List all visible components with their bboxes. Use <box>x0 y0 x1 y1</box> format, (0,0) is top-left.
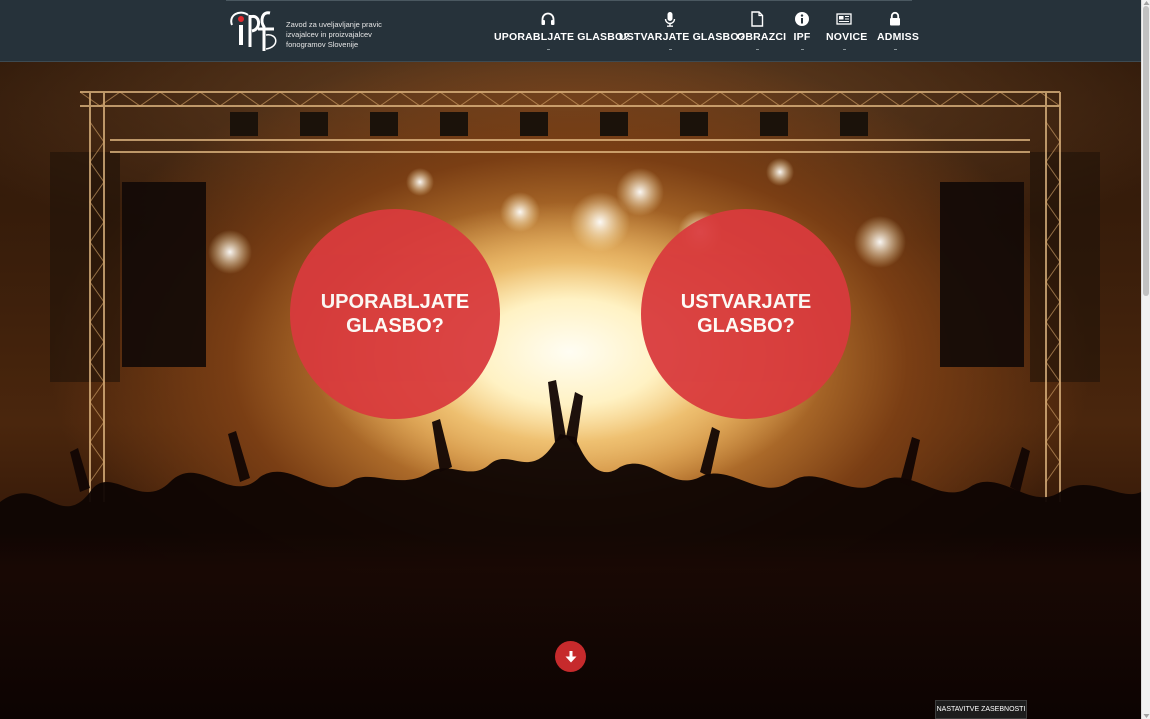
tagline-line-2: izvajalcev in proizvajalcev <box>286 30 372 39</box>
circle-line-1: UPORABLJATE <box>320 291 470 313</box>
privacy-settings-label: NASTAVITVE ZASEBNOSTI <box>936 706 1026 713</box>
nav-item-ustvarjate-glasbo[interactable]: USTVARJATE GLASBO? <box>619 8 745 58</box>
header-top-line <box>226 0 912 1</box>
nav-label: UPORABLJATE GLASBO? <box>494 31 631 43</box>
tagline-line-1: Zavod za uveljavljanje pravic <box>286 20 382 29</box>
privacy-settings-button[interactable]: NASTAVITVE ZASEBNOSTI <box>935 700 1027 719</box>
nav-item-novice[interactable]: NOVICE <box>826 8 867 58</box>
newspaper-icon <box>836 13 852 25</box>
circle-line-2: GLASBO? <box>346 315 444 337</box>
site-tagline: Zavod za uveljavljanje pravic izvajalcev… <box>286 20 396 50</box>
info-icon <box>795 12 809 26</box>
nav-item-obrazci[interactable]: OBRAZCI <box>737 8 786 58</box>
nav-label: IPF <box>793 31 811 43</box>
circle-line-2: GLASBO? <box>697 315 795 337</box>
vertical-scrollbar[interactable] <box>1141 0 1150 719</box>
hero-banner: UPORABLJATE GLASBO? USTVARJATE GLASBO? <box>0 62 1141 719</box>
nav-label: NOVICE <box>826 31 868 43</box>
ustvarjate-glasbo-button[interactable]: USTVARJATE GLASBO? <box>641 209 851 419</box>
nav-indicator <box>755 49 759 50</box>
uporabljate-glasbo-button[interactable]: UPORABLJATE GLASBO? <box>290 209 500 419</box>
tagline-line-3: fonogramov Slovenije <box>286 40 359 49</box>
nav-item-admiss[interactable]: ADMISS <box>877 8 919 58</box>
concert-background-image <box>0 91 1141 719</box>
nav-indicator <box>842 49 846 50</box>
nav-item-ipf[interactable]: IPF <box>792 8 812 58</box>
circle-line-1: USTVARJATE <box>680 291 812 313</box>
scroll-down-arrow-icon[interactable] <box>1143 713 1150 719</box>
nav-label: OBRAZCI <box>737 31 787 43</box>
nav-indicator <box>546 49 550 50</box>
document-icon <box>751 11 764 27</box>
lock-icon <box>890 11 900 26</box>
nav-label: USTVARJATE GLASBO? <box>619 31 746 43</box>
microphone-icon <box>664 12 676 27</box>
scroll-down-button[interactable] <box>555 641 586 672</box>
nav-indicator <box>800 49 804 50</box>
scrollbar-thumb[interactable] <box>1143 6 1149 296</box>
nav-label: ADMISS <box>877 31 920 43</box>
nav-indicator <box>668 49 672 50</box>
nav-item-uporabljate-glasbo[interactable]: UPORABLJATE GLASBO? <box>494 8 630 58</box>
arrow-down-icon <box>565 650 576 662</box>
ipf-logo[interactable] <box>226 7 286 53</box>
site-header: Zavod za uveljavljanje pravic izvajalcev… <box>0 0 1141 62</box>
headphones-icon <box>541 12 555 25</box>
nav-indicator <box>893 49 897 50</box>
